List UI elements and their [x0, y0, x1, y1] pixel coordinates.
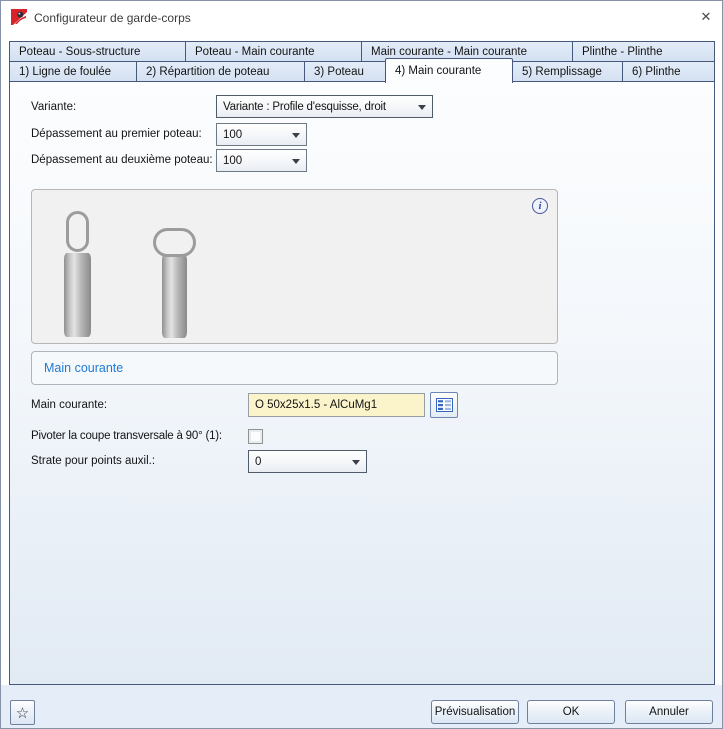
variante-value: Variante : Profile d'esquisse, droit	[223, 100, 386, 113]
chevron-down-icon	[292, 158, 300, 164]
tab-label: Poteau - Sous-structure	[19, 45, 141, 58]
star-icon: ☆	[15, 704, 30, 722]
strate-label: Strate pour points auxil.:	[31, 455, 156, 467]
ok-button-label: OK	[562, 706, 580, 718]
preview-post-right	[162, 254, 187, 338]
tab-label: 4) Main courante	[395, 65, 482, 77]
tab-label: Poteau - Main courante	[195, 45, 315, 58]
tab-4-main-courante-active[interactable]: 4) Main courante	[385, 58, 513, 83]
info-icon[interactable]: i	[532, 198, 548, 214]
tab-label: 2) Répartition de poteau	[146, 65, 270, 78]
strate-dropdown[interactable]: 0	[248, 450, 367, 473]
depassement-premier-label: Dépassement au premier poteau:	[31, 128, 202, 140]
tab-label: 3) Poteau	[314, 65, 364, 78]
profile-catalog-button[interactable]	[430, 392, 458, 418]
chevron-down-icon	[418, 104, 426, 110]
pivoter-label: Pivoter la coupe transversale à 90° (1):	[31, 430, 222, 442]
depassement-deuxieme-dropdown[interactable]: 100	[216, 149, 307, 172]
tab-3-poteau[interactable]: 3) Poteau	[304, 61, 386, 82]
tab-label: 5) Remplissage	[522, 65, 602, 78]
strate-value: 0	[255, 455, 262, 468]
preview-profile-flat	[153, 228, 196, 257]
tab-plinthe-plinthe[interactable]: Plinthe - Plinthe	[572, 41, 715, 62]
depassement-deuxieme-value: 100	[223, 154, 243, 167]
tab-6-plinthe[interactable]: 6) Plinthe	[622, 61, 715, 82]
ok-button[interactable]: OK	[527, 700, 615, 724]
tab-1-ligne-de-foulee[interactable]: 1) Ligne de foulée	[9, 61, 137, 82]
chevron-down-icon	[352, 459, 360, 465]
profile-preview-panel: i	[31, 189, 558, 344]
tab-label: 6) Plinthe	[632, 65, 681, 78]
title-bar: Configurateur de garde-corps ✕	[1, 1, 722, 35]
tab-poteau-sous-structure[interactable]: Poteau - Sous-structure	[9, 41, 186, 62]
tab-label: 1) Ligne de foulée	[19, 65, 112, 78]
preview-caption: Main courante	[44, 361, 124, 375]
tab-label: Main courante - Main courante	[371, 45, 527, 58]
tab-poteau-main-courante[interactable]: Poteau - Main courante	[185, 41, 362, 62]
variante-label: Variante:	[31, 101, 77, 113]
catalog-table-icon	[435, 398, 453, 412]
preview-caption-box: Main courante	[31, 351, 558, 385]
main-courante-profile-value: O 50x25x1.5 - AlCuMg1	[255, 399, 378, 411]
window-title: Configurateur de garde-corps	[34, 11, 191, 25]
close-icon[interactable]: ✕	[696, 7, 716, 27]
depassement-premier-value: 100	[223, 128, 243, 141]
main-courante-profile-field[interactable]: O 50x25x1.5 - AlCuMg1	[248, 393, 425, 417]
tab-2-repartition-de-poteau[interactable]: 2) Répartition de poteau	[136, 61, 305, 82]
tab-5-remplissage[interactable]: 5) Remplissage	[512, 61, 623, 82]
pivoter-checkbox[interactable]	[248, 429, 263, 444]
chevron-down-icon	[292, 132, 300, 138]
preview-button-label: Prévisualisation	[434, 706, 516, 718]
depassement-premier-dropdown[interactable]: 100	[216, 123, 307, 146]
depassement-deuxieme-label: Dépassement au deuxième poteau:	[31, 154, 213, 166]
tab-label: Plinthe - Plinthe	[582, 45, 663, 58]
railing-configurator-dialog: Configurateur de garde-corps ✕ Poteau - …	[0, 0, 723, 729]
cancel-button-label: Annuler	[649, 706, 689, 718]
preview-post-left	[64, 253, 91, 337]
favorite-button[interactable]: ☆	[10, 700, 35, 725]
cancel-button[interactable]: Annuler	[625, 700, 713, 724]
app-logo-icon	[11, 9, 27, 25]
preview-profile-upright	[66, 211, 89, 252]
main-courante-label: Main courante:	[31, 399, 108, 411]
preview-button[interactable]: Prévisualisation	[431, 700, 519, 724]
variante-dropdown[interactable]: Variante : Profile d'esquisse, droit	[216, 95, 433, 118]
